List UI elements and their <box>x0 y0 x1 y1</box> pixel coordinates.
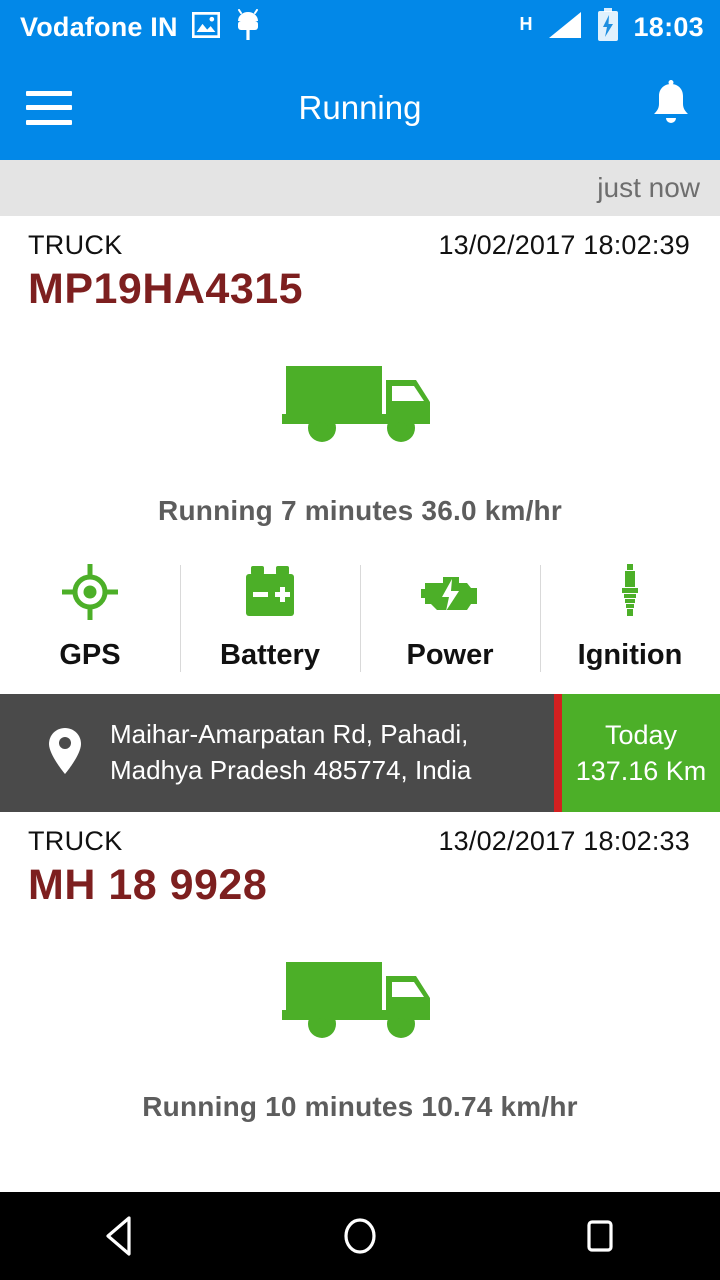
android-icon <box>236 9 260 46</box>
app-bar: Running <box>0 55 720 160</box>
address-bar[interactable]: Maihar-Amarpatan Rd, Pahadi, Madhya Prad… <box>0 694 720 812</box>
vehicle-card[interactable]: TRUCK 13/02/2017 18:02:39 MP19HA4315 Run… <box>0 216 720 812</box>
image-icon <box>191 11 220 43</box>
address-container[interactable]: Maihar-Amarpatan Rd, Pahadi, Madhya Prad… <box>0 694 562 812</box>
status-bar-clock: 18:03 <box>633 12 704 42</box>
vehicle-type-label: TRUCK <box>28 826 123 856</box>
vehicle-card-header: TRUCK 13/02/2017 18:02:33 <box>0 812 720 857</box>
address-line-1: Maihar-Amarpatan Rd, Pahadi, <box>110 719 469 750</box>
vehicle-plate-number: MP19HA4315 <box>28 265 304 313</box>
indicator-gps[interactable]: GPS <box>0 561 180 676</box>
vehicle-status-text: Running 7 minutes 36.0 km/hr <box>158 495 562 526</box>
carrier-label: Vodafone IN <box>20 12 178 42</box>
vehicle-timestamp: 13/02/2017 18:02:33 <box>438 826 690 856</box>
recents-square-icon[interactable] <box>540 1192 660 1280</box>
truck-icon-container <box>0 314 720 451</box>
indicator-ignition[interactable]: Ignition <box>540 561 720 676</box>
location-pin-icon <box>48 727 82 780</box>
truck-icon <box>280 356 440 451</box>
status-bar-left-icons <box>191 9 260 46</box>
indicator-label-battery: Battery <box>220 639 320 671</box>
network-type-label: H <box>519 14 533 34</box>
battery-icon <box>241 561 299 623</box>
indicator-battery[interactable]: Battery <box>180 561 360 676</box>
distance-period-label: Today <box>604 719 678 750</box>
hamburger-menu-icon[interactable] <box>26 90 72 125</box>
battery-charging-icon <box>596 8 620 47</box>
vehicle-status-text: Running 10 minutes 10.74 km/hr <box>142 1091 578 1122</box>
last-updated-label: just now <box>597 172 700 203</box>
android-status-bar: Vodafone IN H 18:03 <box>0 0 720 55</box>
bell-icon[interactable] <box>648 80 694 135</box>
engine-power-icon <box>419 561 481 623</box>
page-title: Running <box>298 88 422 126</box>
spark-plug-icon <box>616 561 644 623</box>
last-updated-strip: just now <box>0 160 720 216</box>
status-bar-right-icons: H 18:03 <box>519 8 704 47</box>
indicator-row: GPS Battery Power Ignition <box>0 527 720 676</box>
distance-value: 137.16 Km <box>575 756 707 786</box>
indicator-label-power: Power <box>406 639 494 671</box>
truck-icon-container <box>0 910 720 1047</box>
gps-crosshair-icon <box>62 561 118 623</box>
vehicle-card[interactable]: TRUCK 13/02/2017 18:02:33 MH 18 9928 Run… <box>0 812 720 1123</box>
android-navigation-bar <box>0 1192 720 1280</box>
phone-screen: Vodafone IN H 18:03 Running just now TRU… <box>0 0 720 1280</box>
indicator-label-gps: GPS <box>59 639 121 671</box>
indicator-power[interactable]: Power <box>360 561 540 676</box>
home-circle-icon[interactable] <box>300 1192 420 1280</box>
vehicle-plate-number: MH 18 9928 <box>28 861 268 909</box>
vehicle-card-header: TRUCK 13/02/2017 18:02:39 <box>0 216 720 261</box>
truck-icon <box>280 952 440 1047</box>
vehicle-timestamp: 13/02/2017 18:02:39 <box>438 230 690 260</box>
address-line-2: Madhya Pradesh 485774, India <box>110 755 472 785</box>
indicator-label-ignition: Ignition <box>577 639 683 671</box>
distance-panel[interactable]: Today 137.16 Km <box>562 694 720 812</box>
address-text: Maihar-Amarpatan Rd, Pahadi, Madhya Prad… <box>110 717 471 789</box>
signal-icon <box>545 10 583 45</box>
vehicle-type-label: TRUCK <box>28 230 123 260</box>
back-triangle-icon[interactable] <box>60 1192 180 1280</box>
